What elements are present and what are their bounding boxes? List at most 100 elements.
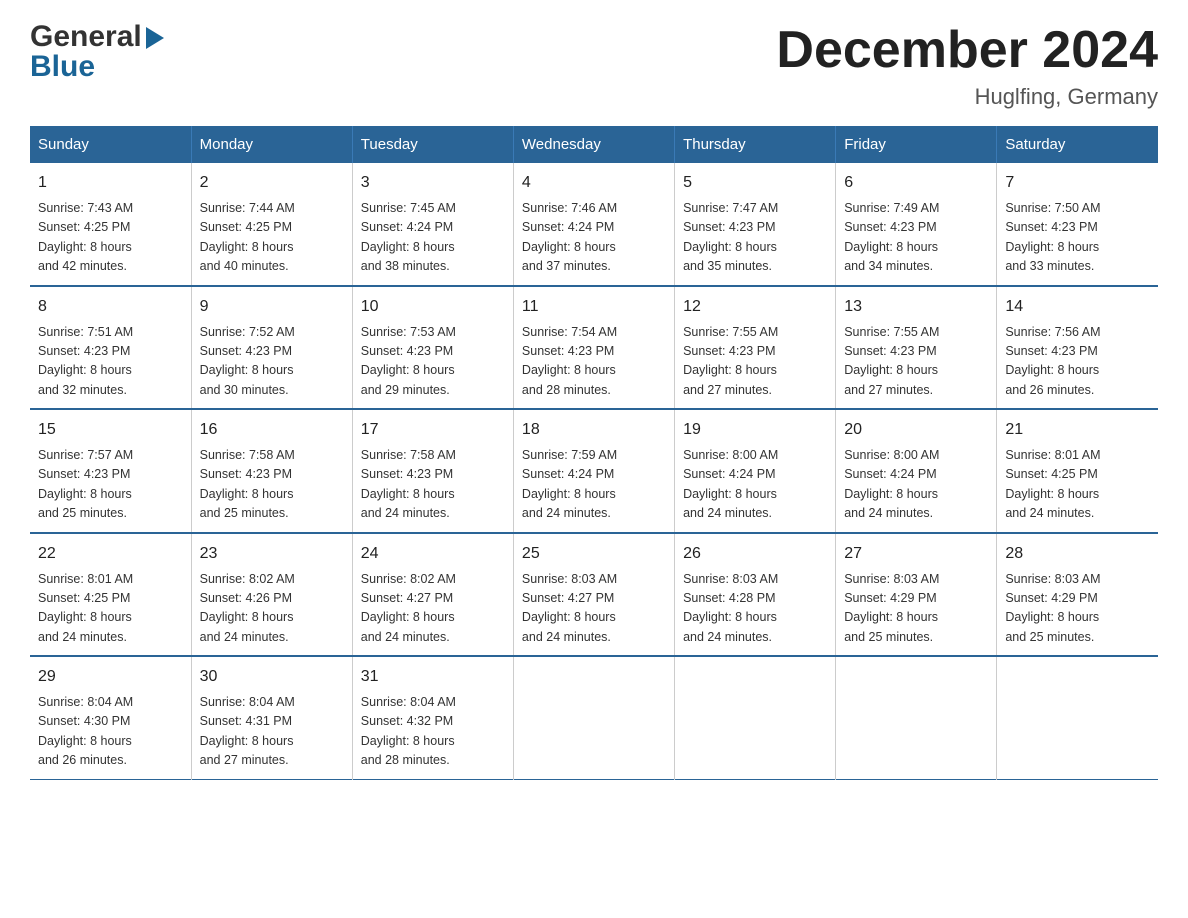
day-cell: 25 Sunrise: 8:03 AMSunset: 4:27 PMDayligh…: [513, 533, 674, 657]
header-row: Sunday Monday Tuesday Wednesday Thursday…: [30, 126, 1158, 163]
day-info: Sunrise: 8:04 AMSunset: 4:30 PMDaylight:…: [38, 693, 183, 771]
day-cell: 26 Sunrise: 8:03 AMSunset: 4:28 PMDayligh…: [675, 533, 836, 657]
day-number: 20: [844, 418, 988, 442]
day-info: Sunrise: 7:44 AMSunset: 4:25 PMDaylight:…: [200, 199, 344, 277]
day-info: Sunrise: 7:51 AMSunset: 4:23 PMDaylight:…: [38, 323, 183, 401]
day-cell: 5Sunrise: 7:47 AMSunset: 4:23 PMDaylight…: [675, 163, 836, 286]
day-info: Sunrise: 7:55 AMSunset: 4:23 PMDaylight:…: [683, 323, 827, 401]
day-info: Sunrise: 8:01 AMSunset: 4:25 PMDaylight:…: [38, 570, 183, 648]
day-info: Sunrise: 7:58 AMSunset: 4:23 PMDaylight:…: [200, 446, 344, 524]
logo: General Blue: [30, 20, 164, 84]
day-number: 5: [683, 171, 827, 195]
calendar-body: 1Sunrise: 7:43 AMSunset: 4:25 PMDaylight…: [30, 163, 1158, 779]
logo-general-text: General: [30, 20, 142, 54]
col-wednesday: Wednesday: [513, 126, 674, 163]
day-info: Sunrise: 8:00 AMSunset: 4:24 PMDaylight:…: [683, 446, 827, 524]
day-cell: 21 Sunrise: 8:01 AMSunset: 4:25 PMDayligh…: [997, 409, 1158, 533]
day-number: 14: [1005, 295, 1150, 319]
day-info: Sunrise: 7:53 AMSunset: 4:23 PMDaylight:…: [361, 323, 505, 401]
day-cell: 24 Sunrise: 8:02 AMSunset: 4:27 PMDayligh…: [352, 533, 513, 657]
day-cell: 11Sunrise: 7:54 AMSunset: 4:23 PMDayligh…: [513, 286, 674, 410]
day-info: Sunrise: 8:03 AMSunset: 4:28 PMDaylight:…: [683, 570, 827, 648]
day-cell: 18 Sunrise: 7:59 AMSunset: 4:24 PMDayligh…: [513, 409, 674, 533]
day-number: 30: [200, 665, 344, 689]
day-cell: 13 Sunrise: 7:55 AMSunset: 4:23 PMDayligh…: [836, 286, 997, 410]
day-number: 16: [200, 418, 344, 442]
day-cell: 28 Sunrise: 8:03 AMSunset: 4:29 PMDayligh…: [997, 533, 1158, 657]
calendar-table: Sunday Monday Tuesday Wednesday Thursday…: [30, 126, 1158, 780]
day-number: 28: [1005, 542, 1150, 566]
week-row-4: 22Sunrise: 8:01 AMSunset: 4:25 PMDayligh…: [30, 533, 1158, 657]
day-cell: 23 Sunrise: 8:02 AMSunset: 4:26 PMDayligh…: [191, 533, 352, 657]
day-cell: 8 Sunrise: 7:51 AMSunset: 4:23 PMDaylight…: [30, 286, 191, 410]
day-cell: 7 Sunrise: 7:50 AMSunset: 4:23 PMDaylight…: [997, 163, 1158, 286]
day-info: Sunrise: 7:59 AMSunset: 4:24 PMDaylight:…: [522, 446, 666, 524]
day-number: 24: [361, 542, 505, 566]
day-number: 6: [844, 171, 988, 195]
day-info: Sunrise: 7:55 AMSunset: 4:23 PMDaylight:…: [844, 323, 988, 401]
day-cell: 2 Sunrise: 7:44 AMSunset: 4:25 PMDaylight…: [191, 163, 352, 286]
day-number: 23: [200, 542, 344, 566]
day-cell: 17 Sunrise: 7:58 AMSunset: 4:23 PMDayligh…: [352, 409, 513, 533]
day-number: 31: [361, 665, 505, 689]
day-info: Sunrise: 7:50 AMSunset: 4:23 PMDaylight:…: [1005, 199, 1150, 277]
day-number: 10: [361, 295, 505, 319]
day-info: Sunrise: 7:57 AMSunset: 4:23 PMDaylight:…: [38, 446, 183, 524]
day-cell: 14Sunrise: 7:56 AMSunset: 4:23 PMDayligh…: [997, 286, 1158, 410]
calendar-title: December 2024: [776, 20, 1158, 80]
day-info: Sunrise: 8:04 AMSunset: 4:32 PMDaylight:…: [361, 693, 505, 771]
day-number: 21: [1005, 418, 1150, 442]
day-number: 2: [200, 171, 344, 195]
day-number: 26: [683, 542, 827, 566]
day-cell: 16 Sunrise: 7:58 AMSunset: 4:23 PMDayligh…: [191, 409, 352, 533]
col-friday: Friday: [836, 126, 997, 163]
day-number: 25: [522, 542, 666, 566]
col-sunday: Sunday: [30, 126, 191, 163]
col-tuesday: Tuesday: [352, 126, 513, 163]
week-row-5: 29 Sunrise: 8:04 AMSunset: 4:30 PMDayligh…: [30, 656, 1158, 779]
day-number: 17: [361, 418, 505, 442]
day-cell: [513, 656, 674, 779]
col-monday: Monday: [191, 126, 352, 163]
day-cell: 22Sunrise: 8:01 AMSunset: 4:25 PMDayligh…: [30, 533, 191, 657]
day-info: Sunrise: 7:45 AMSunset: 4:24 PMDaylight:…: [361, 199, 505, 277]
logo-arrow-icon: [146, 27, 164, 49]
day-cell: 30 Sunrise: 8:04 AMSunset: 4:31 PMDayligh…: [191, 656, 352, 779]
calendar-header: Sunday Monday Tuesday Wednesday Thursday…: [30, 126, 1158, 163]
day-cell: 29 Sunrise: 8:04 AMSunset: 4:30 PMDayligh…: [30, 656, 191, 779]
day-info: Sunrise: 8:00 AMSunset: 4:24 PMDaylight:…: [844, 446, 988, 524]
day-cell: [836, 656, 997, 779]
day-number: 19: [683, 418, 827, 442]
day-cell: 3Sunrise: 7:45 AMSunset: 4:24 PMDaylight…: [352, 163, 513, 286]
day-cell: 15Sunrise: 7:57 AMSunset: 4:23 PMDayligh…: [30, 409, 191, 533]
day-number: 18: [522, 418, 666, 442]
day-info: Sunrise: 8:03 AMSunset: 4:29 PMDaylight:…: [1005, 570, 1150, 648]
week-row-1: 1Sunrise: 7:43 AMSunset: 4:25 PMDaylight…: [30, 163, 1158, 286]
day-cell: 4Sunrise: 7:46 AMSunset: 4:24 PMDaylight…: [513, 163, 674, 286]
day-info: Sunrise: 8:01 AMSunset: 4:25 PMDaylight:…: [1005, 446, 1150, 524]
col-saturday: Saturday: [997, 126, 1158, 163]
col-thursday: Thursday: [675, 126, 836, 163]
day-info: Sunrise: 7:54 AMSunset: 4:23 PMDaylight:…: [522, 323, 666, 401]
week-row-2: 8 Sunrise: 7:51 AMSunset: 4:23 PMDaylight…: [30, 286, 1158, 410]
day-cell: 1Sunrise: 7:43 AMSunset: 4:25 PMDaylight…: [30, 163, 191, 286]
day-number: 29: [38, 665, 183, 689]
day-number: 7: [1005, 171, 1150, 195]
day-cell: 19 Sunrise: 8:00 AMSunset: 4:24 PMDayligh…: [675, 409, 836, 533]
day-cell: 9Sunrise: 7:52 AMSunset: 4:23 PMDaylight…: [191, 286, 352, 410]
day-info: Sunrise: 7:46 AMSunset: 4:24 PMDaylight:…: [522, 199, 666, 277]
day-info: Sunrise: 7:52 AMSunset: 4:23 PMDaylight:…: [200, 323, 344, 401]
week-row-3: 15Sunrise: 7:57 AMSunset: 4:23 PMDayligh…: [30, 409, 1158, 533]
day-number: 13: [844, 295, 988, 319]
day-info: Sunrise: 8:02 AMSunset: 4:26 PMDaylight:…: [200, 570, 344, 648]
day-cell: 10 Sunrise: 7:53 AMSunset: 4:23 PMDayligh…: [352, 286, 513, 410]
day-info: Sunrise: 8:04 AMSunset: 4:31 PMDaylight:…: [200, 693, 344, 771]
day-cell: 6Sunrise: 7:49 AMSunset: 4:23 PMDaylight…: [836, 163, 997, 286]
day-number: 8: [38, 295, 183, 319]
day-cell: 31 Sunrise: 8:04 AMSunset: 4:32 PMDayligh…: [352, 656, 513, 779]
day-number: 1: [38, 171, 183, 195]
day-number: 12: [683, 295, 827, 319]
day-info: Sunrise: 7:58 AMSunset: 4:23 PMDaylight:…: [361, 446, 505, 524]
day-info: Sunrise: 8:02 AMSunset: 4:27 PMDaylight:…: [361, 570, 505, 648]
day-info: Sunrise: 8:03 AMSunset: 4:27 PMDaylight:…: [522, 570, 666, 648]
